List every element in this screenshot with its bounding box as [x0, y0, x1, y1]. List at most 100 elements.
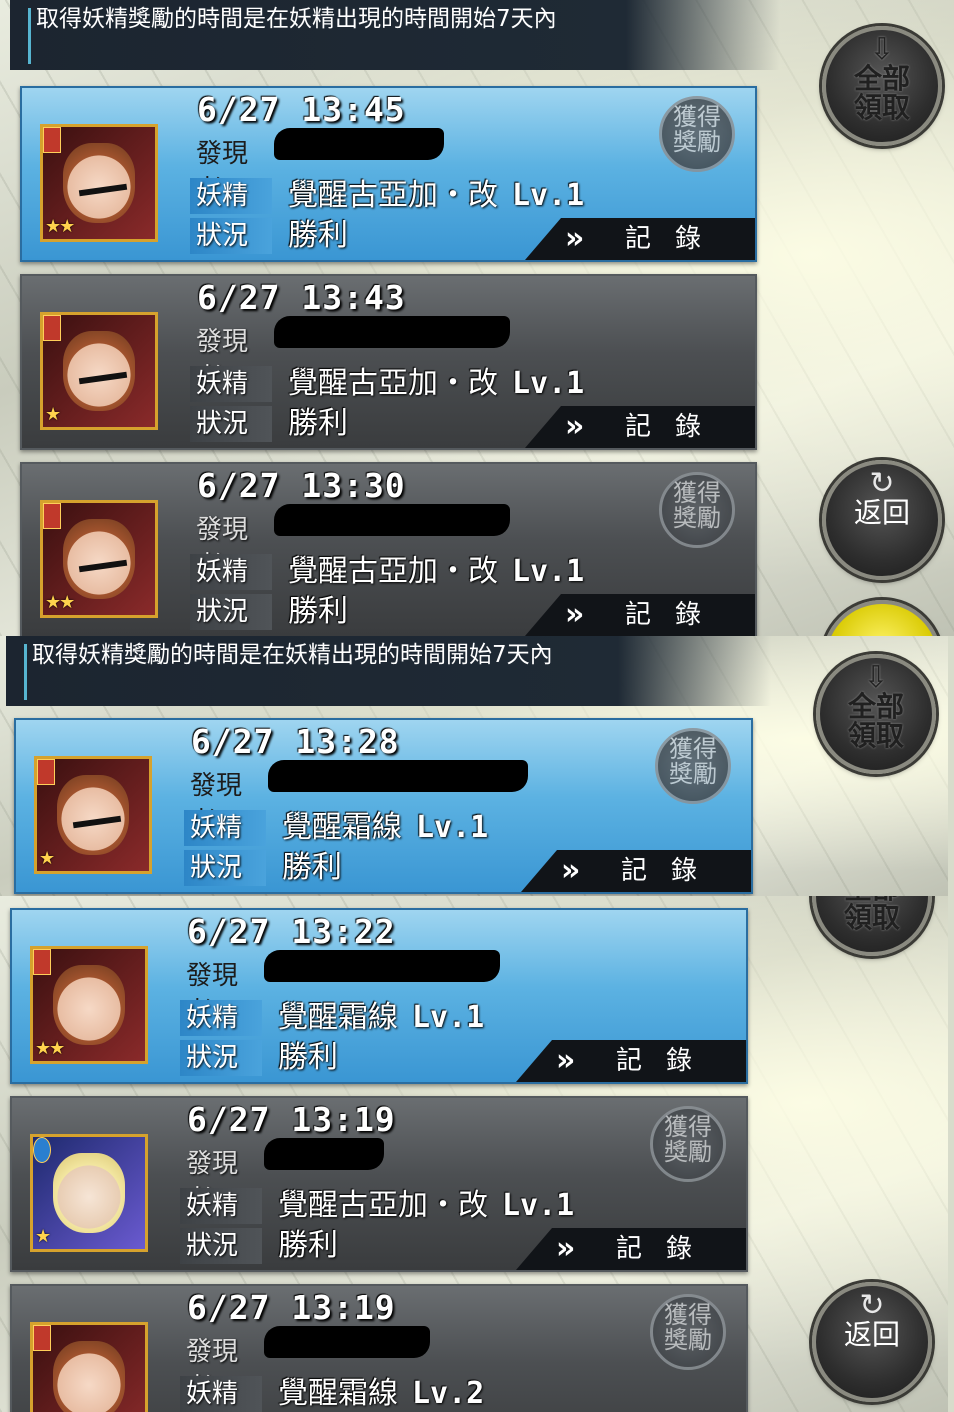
get-reward-button[interactable]: 獲得 獎勵	[655, 728, 731, 804]
fairy-portrait: ★★	[40, 124, 158, 242]
fairy-name-line: 覺醒霜線 Lv.1	[282, 810, 488, 846]
status-row: 狀況 勝利	[180, 1040, 520, 1076]
fairy-name: 覺醒霜線	[278, 1000, 398, 1035]
fairy-name-line: 覺醒古亞加・改 Lv.1	[288, 366, 584, 402]
rarity-stars: ★★	[45, 592, 75, 613]
fairy-label: 妖精	[190, 178, 272, 214]
status-value: 勝利	[288, 594, 348, 629]
fairy-label: 妖精	[190, 366, 272, 402]
fairy-row: 妖精 覺醒霜線 Lv.1	[180, 1000, 520, 1036]
notice-text: 取得妖精獎勵的時間是在妖精出現的時間開始7天內	[32, 642, 553, 668]
list-item[interactable]: ★ 6/27 13:19 發現者 妖精覺醒古亞加・改 Lv.1 狀況勝利 獲得獎勵…	[10, 1096, 748, 1272]
return-icon: ↻	[859, 1288, 885, 1323]
redacted-name	[274, 128, 444, 160]
fairy-level: Lv.1	[512, 366, 585, 401]
record-label: 記錄	[625, 412, 726, 442]
record-button[interactable]: » 記錄	[525, 594, 755, 636]
attribute-icon	[37, 759, 55, 785]
chevron-right-icon: »	[561, 853, 581, 888]
fairy-portrait: ★	[30, 1322, 148, 1412]
encounter-time: 6/27 13:19	[187, 1288, 396, 1327]
fairy-label: 妖精	[180, 1376, 262, 1412]
status-label: 狀況	[190, 406, 272, 442]
fairy-name-line: 覺醒霜線 Lv.1	[278, 1000, 484, 1036]
chevron-right-icon: »	[565, 409, 585, 444]
get-reward-button[interactable]: 獲得 獎勵	[650, 1106, 726, 1182]
status-label: 狀況	[184, 850, 266, 886]
list-item[interactable]: ★ 6/27 13:19 發現者 妖精覺醒霜線 Lv.2 獲得獎勵	[10, 1284, 748, 1412]
fairy-row: 妖精 覺醒古亞加・改 Lv.1	[190, 366, 584, 402]
back-button[interactable]: ↻ 返回	[822, 460, 942, 580]
record-label: 記錄	[616, 1046, 717, 1076]
discoverer-label: 發現者	[186, 961, 239, 1027]
list-item[interactable]: ★★ 6/27 13:22 發現者 妖精覺醒霜線 Lv.1 狀況勝利 » 記錄	[10, 908, 748, 1084]
record-label: 記錄	[616, 1234, 717, 1264]
encounter-time: 6/27 13:43	[197, 278, 406, 317]
down-arrow-icon: ⇩	[869, 32, 895, 67]
list-item[interactable]: ★★ 6/27 13:45 發現者 妖精覺醒古亞加・改 Lv.1 狀況勝利 獲得獎…	[20, 86, 757, 262]
reward-label-2: 獎勵	[673, 504, 721, 533]
claim-all-label-2: 領取	[843, 901, 900, 935]
fairy-label: 妖精	[180, 1188, 262, 1224]
fairy-row: 妖精 覺醒霜線 Lv.2	[180, 1376, 520, 1412]
fairy-portrait: ★	[30, 1134, 148, 1252]
encounter-time: 6/27 13:19	[187, 1100, 396, 1139]
record-button[interactable]: » 記錄	[521, 850, 751, 892]
record-button[interactable]: » 記錄	[516, 1228, 746, 1270]
fairy-label: 妖精	[180, 1000, 262, 1036]
status-row: 狀況 勝利	[180, 1228, 520, 1264]
back-button[interactable]: ↻ 返回	[812, 1282, 932, 1402]
list-item[interactable]: ★ 6/27 13:28 發現者 妖精覺醒霜線 Lv.1 狀況勝利 獲得獎勵 » 記…	[14, 718, 753, 894]
fairy-label: 妖精	[184, 810, 266, 846]
claim-all-label-2: 領取	[853, 91, 910, 125]
fairy-level: Lv.2	[412, 1376, 485, 1411]
screenshot-bottom: 全部領取 ↻ 返回 ★★ 6/27 13:22 發現者 妖精覺醒霜線Lv.1 狀…	[0, 896, 948, 1412]
fairy-level: Lv.1	[416, 810, 489, 845]
reward-label-2: 獎勵	[673, 128, 721, 157]
list-item[interactable]: ★★ 6/27 13:30 發現者 妖精覺醒古亞加・改 Lv.1 狀況勝利 獲得獎…	[20, 462, 757, 636]
fairy-label: 妖精	[190, 554, 272, 590]
status-row: 狀況 勝利	[190, 594, 530, 630]
reward-label-2: 獎勵	[669, 760, 717, 789]
redacted-name	[268, 760, 528, 792]
status-row: 狀況 勝利	[190, 406, 530, 442]
fairy-portrait: ★★	[40, 500, 158, 618]
notice-text: 取得妖精獎勵的時間是在妖精出現的時間開始7天內	[36, 6, 557, 32]
fairy-name-line: 覺醒古亞加・改 Lv.1	[278, 1188, 574, 1224]
claim-all-button[interactable]: 全部領取	[812, 896, 932, 956]
list-item[interactable]: ★ 6/27 13:43 發現者 妖精覺醒古亞加・改 Lv.1 狀況勝利 » 記錄	[20, 274, 757, 450]
record-button[interactable]: » 記錄	[525, 218, 755, 260]
redacted-name	[274, 504, 510, 536]
get-reward-button[interactable]: 獲得 獎勵	[659, 96, 735, 172]
fairy-name: 覺醒霜線	[282, 810, 402, 845]
record-button[interactable]: » 記錄	[525, 406, 755, 448]
fairy-name: 覺醒霜線	[278, 1376, 398, 1411]
discoverer-label: 發現者	[196, 139, 249, 205]
fairy-name: 覺醒古亞加・改	[278, 1188, 488, 1223]
encounter-time: 6/27 13:22	[187, 912, 396, 951]
claim-all-button[interactable]: ⇩ 全部 領取	[816, 654, 936, 774]
fairy-row: 妖精 覺醒古亞加・改 Lv.1	[190, 554, 584, 590]
discoverer-label: 發現者	[190, 771, 243, 837]
redacted-name	[264, 1326, 430, 1358]
record-button[interactable]: » 記錄	[516, 1040, 746, 1082]
reward-label-1: 獲得	[673, 479, 721, 507]
attribute-icon	[33, 1325, 51, 1351]
get-reward-button[interactable]: 獲得 獎勵	[659, 472, 735, 548]
chevron-right-icon: »	[565, 221, 585, 256]
fairy-name-line: 覺醒霜線 Lv.2	[278, 1376, 484, 1412]
yellow-button[interactable]	[822, 600, 942, 636]
screenshot-top: 取得妖精獎勵的時間是在妖精出現的時間開始7天內 ⇩ 全部 領取 ↻ 返回 ★★ 6…	[0, 0, 954, 636]
rarity-stars: ★★	[35, 1038, 65, 1059]
get-reward-button[interactable]: 獲得 獎勵	[650, 1294, 726, 1370]
fairy-level: Lv.1	[512, 554, 585, 589]
attribute-icon	[33, 949, 51, 975]
fairy-level: Lv.1	[512, 178, 585, 213]
claim-all-button[interactable]: ⇩ 全部 領取	[822, 26, 942, 146]
portrait-face	[53, 965, 125, 1045]
portrait-face	[53, 1341, 125, 1412]
status-value: 勝利	[278, 1228, 338, 1263]
redacted-name	[274, 316, 510, 348]
fairy-portrait: ★★	[30, 946, 148, 1064]
status-value: 勝利	[288, 406, 348, 441]
